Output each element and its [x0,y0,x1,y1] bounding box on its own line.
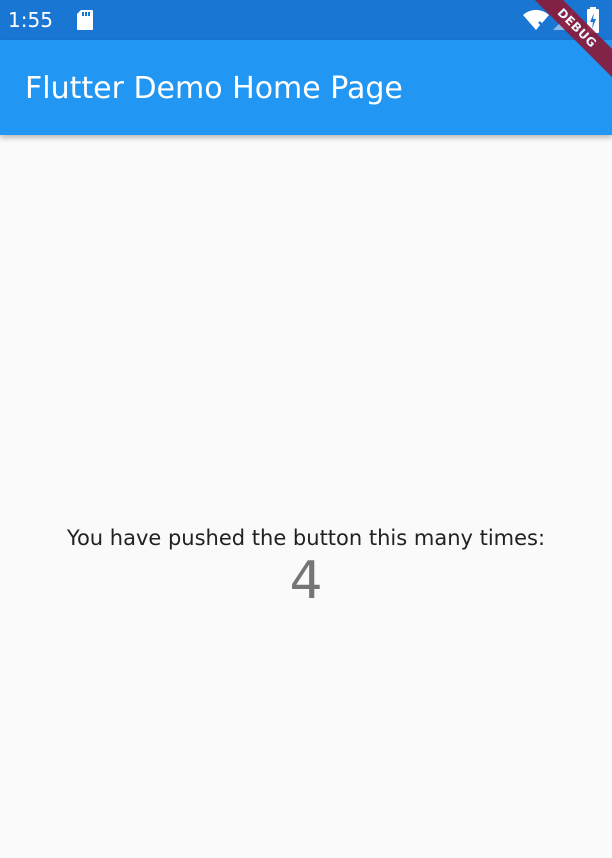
status-time: 1:55 [8,8,53,32]
body-area: You have pushed the button this many tim… [0,135,612,858]
wifi-off-icon [522,8,550,32]
app-bar: Flutter Demo Home Page [0,40,612,135]
page-title: Flutter Demo Home Page [25,71,403,106]
battery-charging-icon [586,6,600,34]
counter-column: You have pushed the button this many tim… [0,523,612,611]
sd-card-icon [76,9,94,31]
status-bar: 1:55 [0,0,612,40]
counter-value: 4 [289,551,323,611]
signal-icon [552,8,574,32]
counter-label: You have pushed the button this many tim… [66,526,546,550]
